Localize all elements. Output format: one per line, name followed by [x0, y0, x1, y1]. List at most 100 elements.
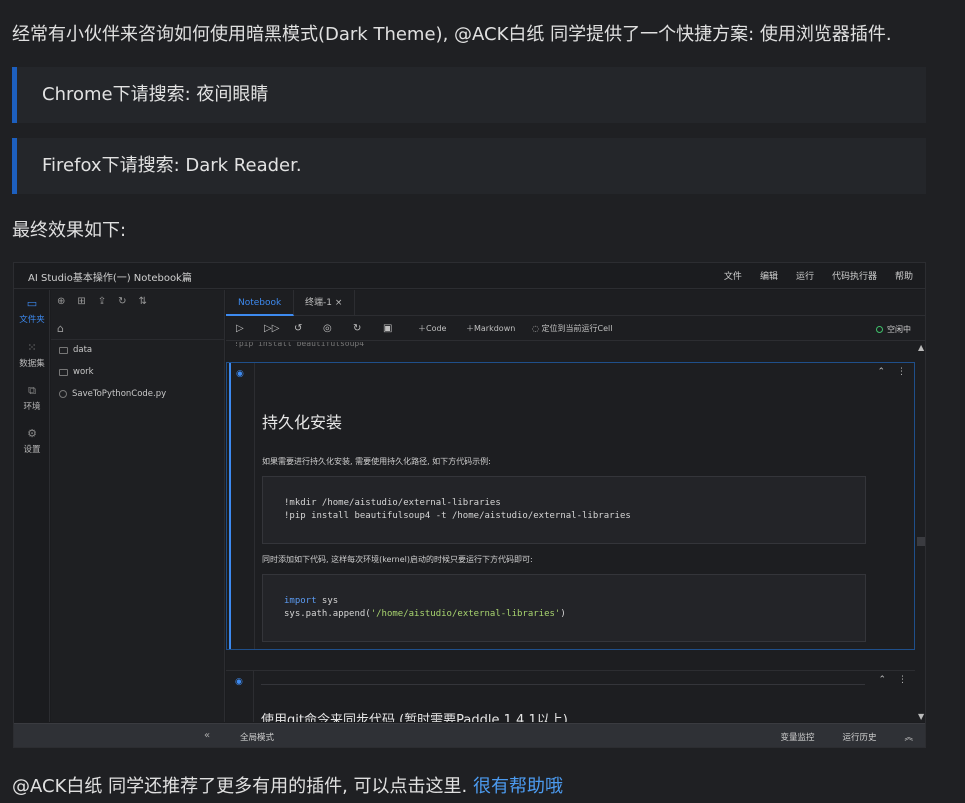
embedded-screenshot: AI Studio基本操作(一) Notebook篇 文件 编辑 运行 代码执行… — [13, 262, 926, 748]
app-topbar: AI Studio基本操作(一) Notebook篇 文件 编辑 运行 代码执行… — [14, 263, 925, 289]
scroll-down-icon[interactable]: ▼ — [918, 712, 924, 721]
folder-icon — [59, 346, 68, 354]
file-name: SaveToPythonCode.py — [72, 389, 167, 399]
folder-icon: ▭ — [26, 297, 38, 310]
active-indicator — [229, 363, 231, 649]
markdown-cell[interactable]: ◉ ⌃ ⋮ 使用git命令来同步代码 (暂时需要Paddle 1.4.1以上) — [226, 670, 915, 722]
scrollbar[interactable]: ▲ ▼ — [916, 342, 925, 722]
code-token: sys.path.append( — [284, 609, 371, 619]
activity-bar: ▭ 文件夹 ⁙ 数据集 ⧉ 环境 ⚙ 设置 — [14, 290, 50, 722]
menu-run[interactable]: 运行 — [796, 269, 814, 282]
cell-controls: ⌃ ⋮ — [877, 367, 906, 377]
cell-paragraph: 同时添加如下代码, 这样每次环境(kernel)启动的时候只要运行下方代码即可: — [262, 555, 533, 564]
file-browser: ⊕ ⊞ ⇪ ↻ ⇅ ⌂ data work SaveToPythonCode.p… — [51, 290, 225, 722]
stop-icon[interactable]: ◎ — [323, 323, 332, 334]
menu-help[interactable]: 帮助 — [895, 269, 913, 282]
divider — [51, 339, 225, 340]
kernel-status: 空闲中 — [876, 324, 911, 335]
more-icon[interactable]: ⋮ — [898, 675, 907, 685]
file-item-data[interactable]: data — [59, 345, 92, 355]
scroll-thumb[interactable] — [917, 537, 925, 546]
refresh-icon[interactable]: ↻ — [118, 296, 126, 307]
code-line: sys.path.append('/home/aistudio/external… — [284, 608, 865, 621]
button-label: Markdown — [474, 324, 516, 333]
global-mode-button[interactable]: 全局模式 — [240, 731, 274, 743]
outro-text: @ACK白纸 同学还推荐了更多有用的插件, 可以点击这里. — [12, 776, 468, 797]
sidebar-label: 文件夹 — [19, 315, 45, 325]
more-icon[interactable]: ⋮ — [897, 367, 906, 377]
notebook-area: Notebook 终端-1 × ▷ ▷▷ ↺ ◎ ↻ ▣ ＋Code ＋Mark… — [226, 290, 925, 722]
sidebar-label: 数据集 — [19, 359, 45, 369]
final-effect-heading: 最终效果如下: — [12, 220, 127, 241]
menu-kernel[interactable]: 代码执行器 — [832, 269, 877, 282]
file-item-work[interactable]: work — [59, 367, 94, 377]
plugins-link[interactable]: 很有帮助哦 — [473, 776, 563, 797]
status-actions: 变量监控 运行历史 ︽ — [780, 731, 913, 743]
cell-paragraph: 如果需要进行持久化安装, 需要使用持久化路径, 如下方代码示例: — [262, 457, 491, 466]
menu-file[interactable]: 文件 — [724, 269, 742, 282]
collapse-sidebar-icon[interactable]: « — [204, 730, 210, 741]
upload-icon[interactable]: ⇪ — [98, 296, 106, 307]
close-icon[interactable]: × — [335, 298, 343, 308]
cell-gutter: ◉ — [226, 671, 254, 722]
add-code-button[interactable]: ＋Code — [418, 323, 446, 334]
keyword: import — [284, 596, 317, 606]
notebook-cells: !pip install beautifulsoup4 ◉ ⌃ ⋮ 持久化安装 … — [226, 342, 925, 722]
code-block: !mkdir /home/aistudio/external-libraries… — [262, 476, 866, 544]
file-item-savetopython[interactable]: SaveToPythonCode.py — [59, 389, 166, 399]
home-icon[interactable]: ⌂ — [57, 322, 64, 335]
blockquote-firefox: Firefox下请搜索: Dark Reader. — [12, 138, 926, 194]
code-token: ) — [560, 609, 566, 619]
intro-paragraph: 经常有小伙伴来咨询如何使用暗黑模式(Dark Theme), @ACK白纸 同学… — [12, 24, 892, 45]
sort-icon[interactable]: ⇅ — [139, 296, 147, 307]
blockquote-chrome: Chrome下请搜索: 夜间眼睛 — [12, 67, 926, 123]
add-markdown-button[interactable]: ＋Markdown — [466, 323, 515, 334]
collapse-icon[interactable]: ⌃ — [878, 675, 886, 685]
eye-icon[interactable]: ◉ — [235, 677, 243, 687]
sidebar-item-settings[interactable]: ⚙ 设置 — [14, 427, 50, 456]
restart-icon[interactable]: ↻ — [353, 323, 361, 334]
button-label: Code — [426, 324, 447, 333]
sidebar-label: 设置 — [23, 445, 41, 455]
locate-icon: ◌ — [532, 324, 539, 333]
variable-monitor-button[interactable]: 变量监控 — [780, 731, 814, 743]
markdown-cell-active[interactable]: ◉ ⌃ ⋮ 持久化安装 如果需要进行持久化安装, 需要使用持久化路径, 如下方代… — [226, 362, 915, 650]
top-menu: 文件 编辑 运行 代码执行器 帮助 — [724, 269, 913, 282]
article: 经常有小伙伴来咨询如何使用暗黑模式(Dark Theme), @ACK白纸 同学… — [0, 0, 926, 803]
plus-icon: ＋ — [466, 324, 474, 333]
run-icon[interactable]: ▷ — [236, 323, 244, 334]
app-title: AI Studio基本操作(一) Notebook篇 — [28, 273, 192, 284]
scroll-up-icon[interactable]: ▲ — [918, 343, 924, 352]
status-label: 空闲中 — [887, 325, 911, 334]
file-name: work — [73, 367, 94, 377]
folder-icon — [59, 368, 68, 376]
plus-icon: ＋ — [418, 324, 426, 333]
tab-notebook[interactable]: Notebook — [226, 290, 295, 316]
sidebar-item-environment[interactable]: ⧉ 环境 — [14, 385, 50, 413]
locate-running-cell-button[interactable]: ◌ 定位到当前运行Cell — [532, 323, 612, 334]
run-all-icon[interactable]: ▷▷ — [264, 323, 279, 334]
string-literal: '/home/aistudio/external-libraries' — [370, 609, 561, 619]
menu-edit[interactable]: 编辑 — [760, 269, 778, 282]
settings-icon: ⚙ — [27, 427, 37, 440]
tab-label: 终端-1 — [305, 298, 332, 308]
code-block: import sys sys.path.append('/home/aistud… — [262, 574, 866, 642]
expand-panel-icon[interactable]: ︽ — [904, 731, 913, 743]
sidebar-item-folder[interactable]: ▭ 文件夹 — [14, 297, 50, 326]
new-file-icon[interactable]: ⊕ — [57, 296, 65, 307]
notebook-toolbar: ▷ ▷▷ ↺ ◎ ↻ ▣ ＋Code ＋Markdown ◌ 定位到当前运行Ce… — [226, 317, 925, 341]
code-line: !pip install beautifulsoup4 -t /home/ais… — [284, 511, 631, 521]
collapse-icon[interactable]: ⌃ — [877, 367, 885, 377]
cell-controls: ⌃ ⋮ — [878, 675, 907, 685]
tab-terminal[interactable]: 终端-1 × — [293, 290, 356, 316]
eye-icon[interactable]: ◉ — [236, 369, 244, 379]
restart-run-icon[interactable]: ↺ — [294, 323, 302, 334]
save-icon[interactable]: ▣ — [383, 323, 392, 334]
run-history-button[interactable]: 运行历史 — [842, 731, 876, 743]
cell-heading: 持久化安装 — [262, 413, 343, 432]
sidebar-item-dataset[interactable]: ⁙ 数据集 — [14, 342, 50, 370]
cell-heading: 使用git命令来同步代码 (暂时需要Paddle 1.4.1以上) — [261, 713, 568, 722]
code-line: !mkdir /home/aistudio/external-libraries — [284, 498, 501, 508]
new-folder-icon[interactable]: ⊞ — [77, 296, 85, 307]
file-toolbar: ⊕ ⊞ ⇪ ↻ ⇅ — [57, 296, 147, 307]
